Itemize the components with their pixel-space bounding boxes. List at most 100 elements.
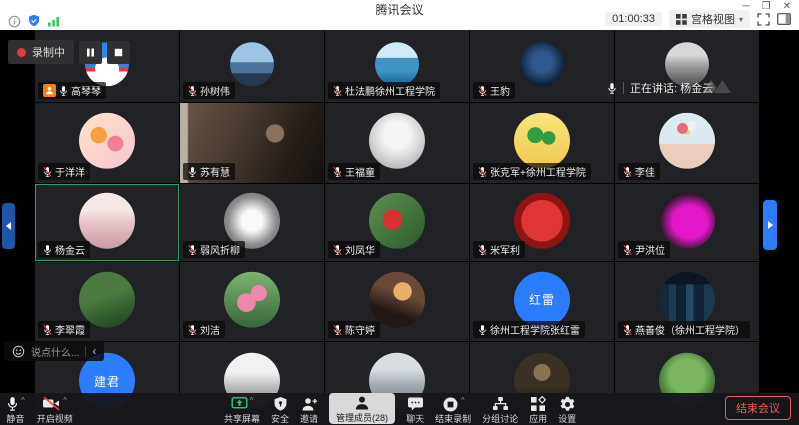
end-meeting-button[interactable]: 结束会议 (725, 396, 791, 420)
avatar-woman-pink (79, 192, 135, 248)
mic-muted-icon (478, 244, 487, 256)
toolbar-label: 管理成员(28) (336, 413, 388, 423)
toolbar-icon-row (407, 396, 424, 413)
toolbar-share-button[interactable]: ^ 共享屏幕 (224, 396, 260, 424)
mic-muted-icon (333, 244, 342, 256)
recording-label: 录制中 (32, 44, 65, 60)
mic-muted-icon (188, 324, 197, 336)
side-panel-icon[interactable] (777, 13, 791, 25)
participant-name: 杨金云 (55, 242, 85, 257)
participant-tile[interactable]: 燕善俊（徐州工程学院） (615, 262, 759, 341)
participant-name-pill: 陈守婷 (328, 321, 380, 338)
participant-name-pill: 燕善俊（徐州工程学院） (618, 321, 750, 338)
participant-name-pill: 徐州工程学院张红雷 (473, 321, 585, 338)
participant-tile[interactable]: 李佳 (615, 103, 759, 183)
fullscreen-icon[interactable] (757, 13, 770, 26)
chevron-up-icon[interactable]: ^ (21, 397, 25, 405)
chevron-up-icon[interactable]: ^ (461, 397, 465, 405)
prev-page-button[interactable] (2, 203, 15, 249)
stop-recording-button[interactable] (107, 41, 130, 64)
toolbar-icon-row: ^ (42, 396, 67, 413)
participant-name: 燕善俊（徐州工程学院） (635, 322, 745, 337)
meeting-status-icons (8, 14, 61, 28)
signal-icon[interactable] (47, 16, 61, 27)
chevron-up-icon[interactable]: ^ (63, 397, 67, 405)
info-icon[interactable] (8, 15, 21, 28)
participant-tile[interactable]: 苏有慧 (180, 103, 324, 183)
participant-name: 王福童 (345, 164, 375, 179)
toolbar-invite-button[interactable]: 邀请 (300, 396, 318, 424)
avatar-reading (369, 271, 425, 327)
mic-muted-icon (478, 85, 487, 97)
participant-tile[interactable]: 尹洪位 (615, 184, 759, 261)
arrow-left-icon (6, 222, 11, 230)
participant-tile[interactable]: 弱风折柳 (180, 184, 324, 261)
next-page-button[interactable] (763, 200, 777, 250)
participant-tile[interactable]: 刘凤华 (325, 184, 469, 261)
layout-view-button[interactable]: 宫格视图 ▾ (669, 10, 750, 28)
participant-tile[interactable]: 张克军+徐州工程学院 (470, 103, 614, 183)
toolbar-label: 分组讨论 (482, 414, 518, 424)
mic-muted-icon (478, 166, 487, 178)
toolbar-label: 开启视频 (37, 414, 73, 424)
participant-tile[interactable]: 杨金云 (35, 184, 179, 261)
participant-tile[interactable]: 李翠霞 (35, 262, 179, 341)
recording-dot-icon (17, 48, 26, 57)
toolbar-icon-row: ^ (442, 396, 465, 413)
toolbar-label: 聊天 (406, 414, 424, 424)
participant-tile[interactable]: 陈守婷 (325, 262, 469, 341)
participant-name: 尹洪位 (635, 242, 665, 257)
participant-tile[interactable]: 孙树伟 (180, 30, 324, 102)
avatar-initials: 红雷 (514, 271, 570, 327)
tencent-meeting-window: 腾讯会议 ─ ❐ ✕ 01:00:33 宫格视图 ▾ 高琴琴孙树伟杜法鹏徐州工程… (0, 0, 799, 425)
toolbar-members-button[interactable]: 管理成员(28) (329, 393, 395, 424)
participant-name-pill: 刘洁 (183, 321, 225, 338)
participant-tile[interactable]: 米军利 (470, 184, 614, 261)
toolbar-security-button[interactable]: 安全 (271, 396, 289, 424)
emoji-icon[interactable] (12, 345, 25, 358)
participant-tile[interactable]: 于洋洋 (35, 103, 179, 183)
collapse-chat-icon[interactable]: ‹ (92, 346, 96, 356)
toolbar-label: 结束录制 (435, 414, 471, 424)
participant-name-pill: 王豹 (473, 82, 515, 99)
participant-name-pill: 杨金云 (38, 241, 90, 258)
toolbar-label: 设置 (558, 414, 576, 424)
participant-name-pill: 李佳 (618, 163, 660, 180)
toolbar-settings-button[interactable]: 设置 (558, 396, 576, 424)
participant-name-pill: 王福童 (328, 163, 380, 180)
participant-name-pill: 张克军+徐州工程学院 (473, 163, 591, 180)
toolbar-breakout-button[interactable]: 分组讨论 (482, 396, 518, 424)
mic-on-icon (43, 244, 52, 256)
participant-name: 于洋洋 (55, 164, 85, 179)
avatar-cats (79, 113, 135, 169)
mic-muted-icon (188, 85, 197, 97)
toolbar-mute-button[interactable]: ^ 静音 (6, 396, 25, 424)
chevron-up-icon[interactable]: ^ (250, 397, 254, 405)
participant-name: 王豹 (490, 83, 510, 98)
participant-name: 李佳 (635, 164, 655, 179)
toolbar-camera-button[interactable]: ^ 开启视频 (37, 396, 73, 424)
view-controls: 01:00:33 宫格视图 ▾ (605, 10, 791, 28)
participant-tile[interactable]: 王豹 (470, 30, 614, 102)
participant-name-pill: 尹洪位 (618, 241, 670, 258)
participant-tile[interactable]: 王福童 (325, 103, 469, 183)
toolbar-apps-button[interactable]: 应用 (529, 396, 547, 424)
toolbar-chat-button[interactable]: 聊天 (406, 396, 424, 424)
participant-name: 刘洁 (200, 322, 220, 337)
participant-tile[interactable]: 红雷徐州工程学院张红雷 (470, 262, 614, 341)
toolbar-stoprec-button[interactable]: ^ 结束录制 (435, 396, 471, 424)
participant-tile[interactable]: 杜法鹏徐州工程学院 (325, 30, 469, 102)
mic-muted-icon (623, 166, 632, 178)
participant-tile[interactable]: 刘洁 (180, 262, 324, 341)
video-grid-stage: 高琴琴孙树伟杜法鹏徐州工程学院王豹于洋洋苏有慧王福童张克军+徐州工程学院李佳杨金… (0, 30, 799, 425)
chat-placeholder: 说点什么... (31, 344, 79, 359)
quick-chat-bar[interactable]: 说点什么... ‹ (4, 341, 104, 361)
participant-name-pill: 孙树伟 (183, 82, 235, 99)
avatar-blue-text: 红雷 (514, 271, 570, 327)
titlebar: 腾讯会议 ─ ❐ ✕ 01:00:33 宫格视图 ▾ (0, 0, 799, 30)
shield-icon[interactable] (28, 14, 40, 28)
toolbar-label: 静音 (6, 414, 24, 424)
toolbar-label: 共享屏幕 (224, 414, 260, 424)
pause-recording-button[interactable] (79, 41, 102, 64)
bottom-toolbar: ^ 静音 ^ 开启视频 ^ 共享屏幕 安全邀请管理成员(28) 聊天 ^ 结束录制 分组讨论 应用设… (0, 393, 799, 425)
